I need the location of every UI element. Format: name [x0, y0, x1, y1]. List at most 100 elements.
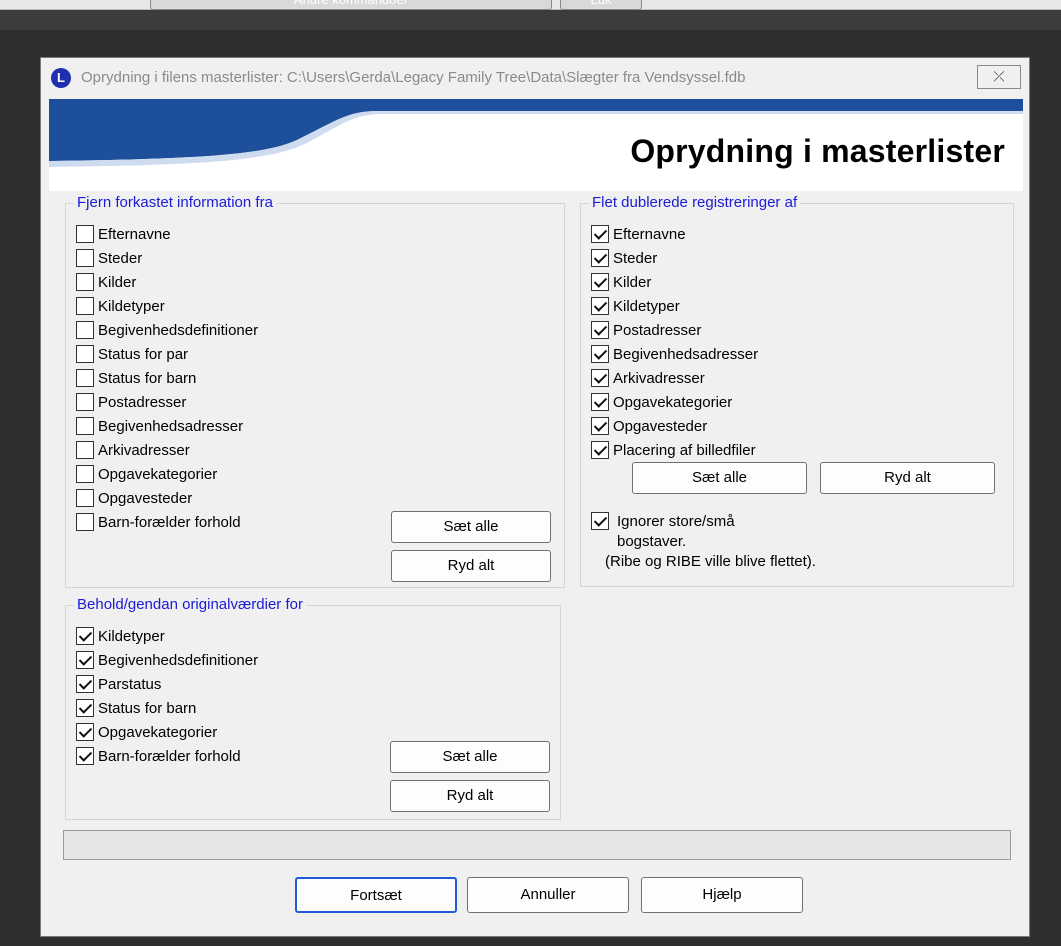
remove-option-row[interactable]: Opgavesteder: [76, 486, 258, 510]
merge-option-label: Kildetyper: [613, 297, 680, 315]
merge-duplicates-group: Flet dublerede registreringer af Efterna…: [580, 194, 1014, 587]
merge-set-all-button[interactable]: Sæt alle: [632, 462, 807, 494]
remove-option-row[interactable]: Postadresser: [76, 390, 258, 414]
remove-option-checkbox[interactable]: [76, 297, 94, 315]
merge-clear-all-button[interactable]: Ryd alt: [820, 462, 995, 494]
remove-option-row[interactable]: Arkivadresser: [76, 438, 258, 462]
remove-option-checkbox[interactable]: [76, 225, 94, 243]
merge-option-label: Placering af billedfiler: [613, 441, 756, 459]
background-app-band: [0, 10, 1061, 30]
dialog-title: Oprydning i filens masterlister: C:\User…: [81, 69, 746, 86]
merge-option-row[interactable]: Arkivadresser: [591, 366, 758, 390]
remove-option-checkbox[interactable]: [76, 441, 94, 459]
merge-option-checkbox[interactable]: [591, 393, 609, 411]
merge-option-label: Efternavne: [613, 225, 686, 243]
remove-option-row[interactable]: Opgavekategorier: [76, 462, 258, 486]
merge-option-row[interactable]: Kilder: [591, 270, 758, 294]
remove-group-legend: Fjern forkastet information fra: [74, 194, 276, 211]
remove-option-label: Kildetyper: [98, 297, 165, 315]
merge-option-checkbox[interactable]: [591, 225, 609, 243]
keep-option-row[interactable]: Barn-forælder forhold: [76, 744, 258, 768]
merge-option-checkbox[interactable]: [591, 273, 609, 291]
keep-checkbox-list: Kildetyper Begivenhedsdefinitioner Parstat…: [76, 624, 258, 768]
keep-option-label: Kildetyper: [98, 627, 165, 645]
keep-option-label: Barn-forælder forhold: [98, 747, 241, 765]
remove-option-label: Begivenhedsadresser: [98, 417, 244, 435]
keep-option-row[interactable]: Begivenhedsdefinitioner: [76, 648, 258, 672]
remove-set-all-button[interactable]: Sæt alle: [391, 511, 551, 543]
remove-option-checkbox[interactable]: [76, 249, 94, 267]
merge-option-checkbox[interactable]: [591, 441, 609, 459]
keep-option-row[interactable]: Kildetyper: [76, 624, 258, 648]
merge-option-label: Kilder: [613, 273, 652, 291]
remove-option-row[interactable]: Status for barn: [76, 366, 258, 390]
merge-option-row[interactable]: Opgavekategorier: [591, 390, 758, 414]
continue-button[interactable]: Fortsæt: [295, 877, 457, 913]
close-button[interactable]: ⤫: [977, 65, 1021, 89]
remove-option-checkbox[interactable]: [76, 321, 94, 339]
remove-option-checkbox[interactable]: [76, 393, 94, 411]
continue-button-label: Fortsæt: [350, 887, 402, 904]
remove-option-row[interactable]: Kilder: [76, 270, 258, 294]
remove-clear-all-button[interactable]: Ryd alt: [391, 550, 551, 582]
ignore-case-checkbox[interactable]: [591, 512, 609, 530]
merge-group-legend: Flet dublerede registreringer af: [589, 194, 801, 211]
keep-option-checkbox[interactable]: [76, 651, 94, 669]
remove-option-row[interactable]: Begivenhedsdefinitioner: [76, 318, 258, 342]
merge-option-row[interactable]: Efternavne: [591, 222, 758, 246]
merge-option-label: Postadresser: [613, 321, 702, 339]
merge-option-row[interactable]: Steder: [591, 246, 758, 270]
merge-option-checkbox[interactable]: [591, 321, 609, 339]
remove-option-checkbox[interactable]: [76, 417, 94, 435]
keep-option-row[interactable]: Parstatus: [76, 672, 258, 696]
remove-option-checkbox[interactable]: [76, 273, 94, 291]
cancel-button[interactable]: Annuller: [467, 877, 629, 913]
remove-option-checkbox[interactable]: [76, 369, 94, 387]
keep-option-label: Opgavekategorier: [98, 723, 218, 741]
merge-option-label: Steder: [613, 249, 658, 267]
merge-option-checkbox[interactable]: [591, 417, 609, 435]
remove-option-checkbox[interactable]: [76, 489, 94, 507]
remove-option-row[interactable]: Barn-forælder forhold: [76, 510, 258, 534]
keep-option-checkbox[interactable]: [76, 675, 94, 693]
keep-set-all-button[interactable]: Sæt alle: [390, 741, 550, 773]
remove-option-label: Postadresser: [98, 393, 187, 411]
remove-option-row[interactable]: Kildetyper: [76, 294, 258, 318]
keep-option-checkbox[interactable]: [76, 747, 94, 765]
remove-option-checkbox[interactable]: [76, 465, 94, 483]
progress-bar: [63, 830, 1011, 860]
keep-option-row[interactable]: Status for barn: [76, 696, 258, 720]
merge-option-checkbox[interactable]: [591, 249, 609, 267]
banner-title: Oprydning i masterlister: [630, 133, 1005, 169]
remove-option-row[interactable]: Begivenhedsadresser: [76, 414, 258, 438]
background-close-button: Luk: [560, 0, 642, 10]
remove-option-checkbox[interactable]: [76, 513, 94, 531]
remove-option-checkbox[interactable]: [76, 345, 94, 363]
help-button[interactable]: Hjælp: [641, 877, 803, 913]
merge-option-checkbox[interactable]: [591, 369, 609, 387]
ignore-case-label: Ignorer store/små bogstaver. (Ribe og RI…: [605, 512, 816, 572]
keep-clear-all-button[interactable]: Ryd alt: [390, 780, 550, 812]
merge-option-row[interactable]: Begivenhedsadresser: [591, 342, 758, 366]
cancel-button-label: Annuller: [520, 886, 576, 903]
merge-option-label: Opgavekategorier: [613, 393, 733, 411]
merge-option-row[interactable]: Postadresser: [591, 318, 758, 342]
legacy-app-icon: L: [51, 68, 71, 88]
keep-option-checkbox[interactable]: [76, 627, 94, 645]
keep-group-legend: Behold/gendan originalværdier for: [74, 596, 306, 613]
dialog-titlebar[interactable]: L Oprydning i filens masterlister: C:\Us…: [41, 58, 1029, 98]
merge-option-checkbox[interactable]: [591, 297, 609, 315]
cleanup-dialog: L Oprydning i filens masterlister: C:\Us…: [40, 57, 1030, 937]
remove-option-label: Kilder: [98, 273, 137, 291]
merge-option-row[interactable]: Opgavesteder: [591, 414, 758, 438]
merge-option-checkbox[interactable]: [591, 345, 609, 363]
keep-option-checkbox[interactable]: [76, 723, 94, 741]
remove-option-row[interactable]: Efternavne: [76, 222, 258, 246]
merge-option-row[interactable]: Placering af billedfiler: [591, 438, 758, 462]
remove-option-row[interactable]: Status for par: [76, 342, 258, 366]
remove-option-row[interactable]: Steder: [76, 246, 258, 270]
keep-option-checkbox[interactable]: [76, 699, 94, 717]
merge-option-row[interactable]: Kildetyper: [591, 294, 758, 318]
keep-option-row[interactable]: Opgavekategorier: [76, 720, 258, 744]
merge-checkbox-list: Efternavne Steder Kilder Kildetyper Postadre…: [591, 222, 758, 462]
